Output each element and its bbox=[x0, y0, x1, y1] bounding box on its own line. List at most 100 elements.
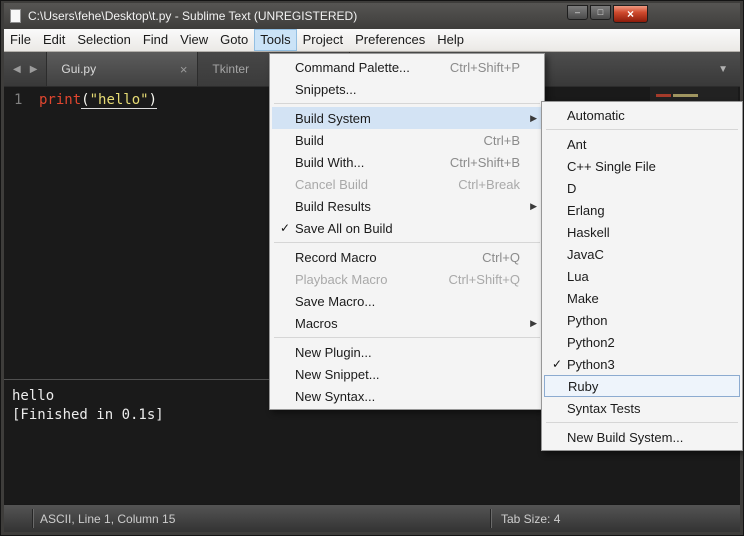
line-number: 1 bbox=[14, 92, 22, 108]
menu-item-label: Macros bbox=[295, 316, 338, 331]
menu-item-new-plugin[interactable]: New Plugin... bbox=[272, 341, 542, 363]
menu-item-label: New Plugin... bbox=[295, 345, 372, 360]
tab-label: Gui.py bbox=[61, 62, 177, 76]
menu-item-haskell[interactable]: Haskell bbox=[544, 221, 740, 243]
tab-scroll-left-icon[interactable]: ◀ bbox=[13, 64, 21, 75]
menu-item-label: Make bbox=[567, 291, 599, 306]
menu-item-snippets[interactable]: Snippets... bbox=[272, 78, 542, 100]
line-number-gutter: 1 bbox=[4, 87, 34, 379]
menu-item-save-macro[interactable]: Save Macro... bbox=[272, 290, 542, 312]
menu-item-lua[interactable]: Lua bbox=[544, 265, 740, 287]
menu-item-build[interactable]: Build Ctrl+B bbox=[272, 129, 542, 151]
menu-item-label: Snippets... bbox=[295, 82, 356, 97]
menu-item-build-results[interactable]: Build Results ▶ bbox=[272, 195, 542, 217]
status-divider bbox=[32, 509, 33, 528]
bracket-highlight: ("hello") bbox=[81, 92, 157, 109]
menu-item-label: Python2 bbox=[567, 335, 615, 350]
tab-size-status[interactable]: Tab Size: 4 bbox=[501, 512, 560, 526]
menu-item-new-snippet[interactable]: New Snippet... bbox=[272, 363, 542, 385]
status-bar: ASCII, Line 1, Column 15 Tab Size: 4 bbox=[4, 504, 740, 532]
menu-item-label: Build bbox=[295, 133, 324, 148]
minimap-code-mark bbox=[656, 94, 671, 97]
tab-gui-py[interactable]: Gui.py × bbox=[46, 52, 198, 86]
close-button[interactable]: × bbox=[613, 5, 648, 23]
menu-item-record-macro[interactable]: Record Macro Ctrl+Q bbox=[272, 246, 542, 268]
menu-item-shortcut: Ctrl+Break bbox=[458, 177, 526, 192]
menu-separator bbox=[274, 337, 540, 338]
menu-item-shortcut: Ctrl+Shift+B bbox=[450, 155, 526, 170]
menu-item-label: JavaC bbox=[567, 247, 604, 262]
menu-item-ruby[interactable]: Ruby bbox=[544, 375, 740, 397]
menu-item-erlang[interactable]: Erlang bbox=[544, 199, 740, 221]
menu-item-cancel-build: Cancel Build Ctrl+Break bbox=[272, 173, 542, 195]
code-string: "hello" bbox=[90, 92, 149, 108]
menu-item-cpp-single-file[interactable]: C++ Single File bbox=[544, 155, 740, 177]
submenu-arrow-icon: ▶ bbox=[526, 113, 537, 124]
sublime-window: C:\Users\fehe\Desktop\t.py - Sublime Tex… bbox=[0, 0, 744, 536]
menu-item-python3[interactable]: ✓ Python3 bbox=[544, 353, 740, 375]
menu-item-label: New Syntax... bbox=[295, 389, 375, 404]
menu-item-ant[interactable]: Ant bbox=[544, 133, 740, 155]
menubar-item-project[interactable]: Project bbox=[297, 29, 349, 51]
menubar-item-preferences[interactable]: Preferences bbox=[349, 29, 431, 51]
menu-item-label: Python3 bbox=[567, 357, 615, 372]
code-keyword: print bbox=[39, 92, 81, 108]
menu-item-new-build-system[interactable]: New Build System... bbox=[544, 426, 740, 448]
tab-overflow-icon[interactable]: ▼ bbox=[706, 52, 740, 86]
tab-scroll-right-icon[interactable]: ▶ bbox=[30, 64, 38, 75]
menu-item-python2[interactable]: Python2 bbox=[544, 331, 740, 353]
menu-item-build-system[interactable]: Build System ▶ bbox=[272, 107, 542, 129]
menu-item-label: Build With... bbox=[295, 155, 364, 170]
check-icon: ✓ bbox=[275, 221, 295, 235]
menu-item-label: Automatic bbox=[567, 108, 625, 123]
tab-close-icon[interactable]: × bbox=[178, 62, 190, 77]
menu-item-d[interactable]: D bbox=[544, 177, 740, 199]
menu-item-python[interactable]: Python bbox=[544, 309, 740, 331]
window-controls: – □ × bbox=[567, 5, 648, 23]
minimap-code-mark bbox=[673, 94, 698, 97]
menu-item-label: Command Palette... bbox=[295, 60, 410, 75]
menu-item-label: Build Results bbox=[295, 199, 371, 214]
menu-item-label: Save Macro... bbox=[295, 294, 375, 309]
menu-item-macros[interactable]: Macros ▶ bbox=[272, 312, 542, 334]
maximize-button[interactable]: □ bbox=[590, 5, 611, 20]
code-line: print("hello") bbox=[34, 87, 157, 379]
menu-item-automatic[interactable]: Automatic bbox=[544, 104, 740, 126]
menu-item-label: Python bbox=[567, 313, 607, 328]
menu-item-make[interactable]: Make bbox=[544, 287, 740, 309]
submenu-arrow-icon: ▶ bbox=[526, 201, 537, 212]
tab-nav-arrows: ◀ ▶ bbox=[4, 52, 46, 86]
menu-item-label: New Build System... bbox=[567, 430, 683, 445]
minimize-button[interactable]: – bbox=[567, 5, 588, 20]
code-paren-open: ( bbox=[81, 92, 89, 108]
menu-item-save-all-on-build[interactable]: ✓ Save All on Build bbox=[272, 217, 542, 239]
chevron-down-icon: ▼ bbox=[718, 64, 728, 75]
menubar-item-selection[interactable]: Selection bbox=[71, 29, 136, 51]
menubar-item-file[interactable]: File bbox=[4, 29, 37, 51]
menubar-item-edit[interactable]: Edit bbox=[37, 29, 71, 51]
menu-separator bbox=[274, 103, 540, 104]
menu-separator bbox=[274, 242, 540, 243]
status-divider bbox=[490, 509, 491, 528]
menubar-item-find[interactable]: Find bbox=[137, 29, 174, 51]
menu-item-command-palette[interactable]: Command Palette... Ctrl+Shift+P bbox=[272, 56, 542, 78]
menu-item-label: Lua bbox=[567, 269, 589, 284]
menu-item-label: Haskell bbox=[567, 225, 610, 240]
menu-item-label: Ant bbox=[567, 137, 587, 152]
menu-item-label: Playback Macro bbox=[295, 272, 387, 287]
menu-item-new-syntax[interactable]: New Syntax... bbox=[272, 385, 542, 407]
menubar-item-tools[interactable]: Tools bbox=[254, 29, 296, 51]
menu-item-shortcut: Ctrl+B bbox=[484, 133, 526, 148]
menubar-item-goto[interactable]: Goto bbox=[214, 29, 254, 51]
menu-item-syntax-tests[interactable]: Syntax Tests bbox=[544, 397, 740, 419]
menu-separator bbox=[546, 129, 738, 130]
menubar-item-view[interactable]: View bbox=[174, 29, 214, 51]
menu-item-javac[interactable]: JavaC bbox=[544, 243, 740, 265]
menu-item-label: Erlang bbox=[567, 203, 605, 218]
menu-item-label: Syntax Tests bbox=[567, 401, 640, 416]
menu-item-label: Record Macro bbox=[295, 250, 377, 265]
menu-item-shortcut: Ctrl+Shift+P bbox=[450, 60, 526, 75]
title-bar[interactable]: C:\Users\fehe\Desktop\t.py - Sublime Tex… bbox=[4, 3, 740, 29]
menu-item-build-with[interactable]: Build With... Ctrl+Shift+B bbox=[272, 151, 542, 173]
menubar-item-help[interactable]: Help bbox=[431, 29, 470, 51]
